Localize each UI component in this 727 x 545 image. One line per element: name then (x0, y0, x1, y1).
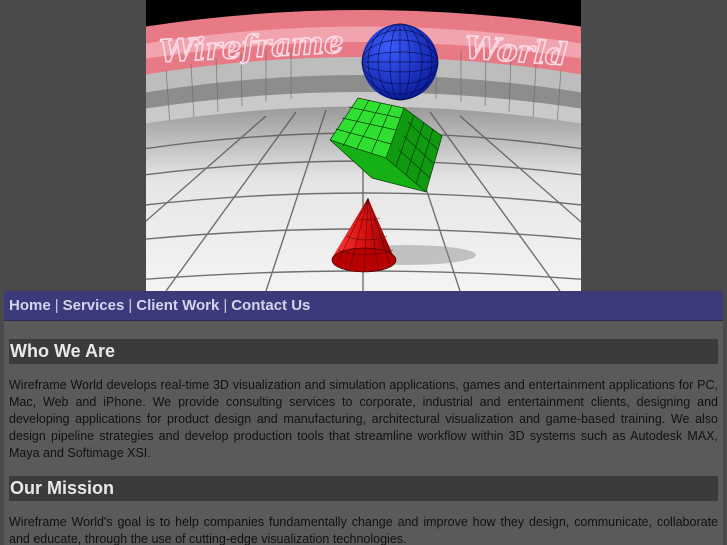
banner-illustration: Wireframe World (146, 0, 581, 291)
nav-services-link[interactable]: Services (63, 297, 125, 314)
header-banner: Wireframe World (146, 0, 581, 291)
nav-contact-us-link[interactable]: Contact Us (231, 297, 310, 314)
who-we-are-text: Wireframe World develops real-time 3D vi… (9, 378, 718, 460)
blue-sphere (361, 23, 439, 101)
our-mission-heading: Our Mission (9, 476, 718, 501)
nav-separator: | (128, 297, 133, 314)
nav-client-work-link[interactable]: Client Work (136, 297, 219, 314)
main-content: Who We Are Wireframe World develops real… (4, 321, 723, 545)
who-we-are-heading: Who We Are (9, 339, 718, 364)
main-nav: Home | Services | Client Work | Contact … (4, 291, 723, 321)
our-mission-text: Wireframe World's goal is to help compan… (9, 515, 718, 545)
nav-separator: | (223, 297, 228, 314)
nav-home-link[interactable]: Home (9, 297, 51, 314)
nav-separator: | (54, 297, 59, 314)
banner-title-right: World (463, 30, 568, 73)
